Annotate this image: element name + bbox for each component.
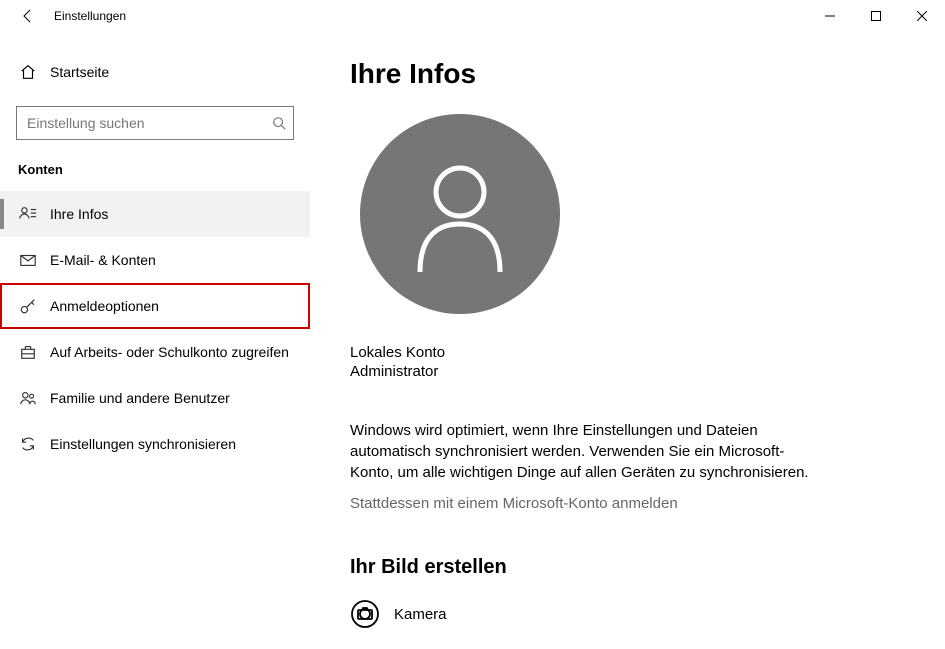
nav-list: Ihre Infos E-Mail- & Konten Anmeldeoptio… — [0, 191, 310, 467]
maximize-button[interactable] — [853, 0, 899, 32]
camera-icon — [350, 599, 380, 629]
mail-icon — [18, 251, 38, 269]
briefcase-icon — [18, 343, 38, 361]
avatar — [360, 114, 560, 314]
ms-account-link[interactable]: Stattdessen mit einem Microsoft-Konto an… — [350, 495, 678, 512]
people-icon — [18, 389, 38, 407]
home-icon — [18, 63, 38, 81]
sync-icon — [18, 435, 38, 453]
sidebar-section-label: Konten — [18, 162, 310, 177]
search-box[interactable] — [16, 106, 294, 140]
close-button[interactable] — [899, 0, 945, 32]
minimize-button[interactable] — [807, 0, 853, 32]
person-card-icon — [18, 205, 38, 223]
sidebar-item-work-school[interactable]: Auf Arbeits- oder Schulkonto zugreifen — [0, 329, 310, 375]
sidebar-item-label: Einstellungen synchronisieren — [50, 436, 236, 452]
sidebar-item-label: Anmeldeoptionen — [50, 298, 159, 314]
sidebar-item-label: E-Mail- & Konten — [50, 252, 156, 268]
window-title: Einstellungen — [54, 9, 126, 23]
back-button[interactable] — [8, 0, 48, 32]
main-content: Ihre Infos Lokales Konto Administrator W… — [310, 32, 945, 649]
sidebar-item-family[interactable]: Familie und andere Benutzer — [0, 375, 310, 421]
sidebar-item-signin-options[interactable]: Anmeldeoptionen — [0, 283, 310, 329]
camera-label: Kamera — [394, 606, 447, 623]
sidebar-item-your-info[interactable]: Ihre Infos — [0, 191, 310, 237]
sidebar-item-label: Auf Arbeits- oder Schulkonto zugreifen — [50, 344, 289, 360]
account-type: Lokales Konto — [350, 344, 445, 361]
sidebar-item-label: Ihre Infos — [50, 206, 108, 222]
sidebar-item-email-accounts[interactable]: E-Mail- & Konten — [0, 237, 310, 283]
sync-description: Windows wird optimiert, wenn Ihre Einste… — [350, 420, 820, 483]
key-icon — [18, 297, 38, 315]
home-button[interactable]: Startseite — [0, 52, 310, 92]
sidebar-item-sync[interactable]: Einstellungen synchronisieren — [0, 421, 310, 467]
home-label: Startseite — [50, 64, 109, 80]
search-input[interactable] — [16, 106, 294, 140]
account-role: Administrator — [350, 363, 438, 380]
sidebar-item-label: Familie und andere Benutzer — [50, 390, 230, 406]
page-title: Ihre Infos — [350, 58, 905, 90]
camera-button[interactable]: Kamera — [350, 599, 905, 649]
create-picture-heading: Ihr Bild erstellen — [350, 556, 905, 579]
titlebar: Einstellungen — [0, 0, 945, 32]
sidebar: Startseite Konten Ihre Infos E-Mail- & K… — [0, 32, 310, 649]
